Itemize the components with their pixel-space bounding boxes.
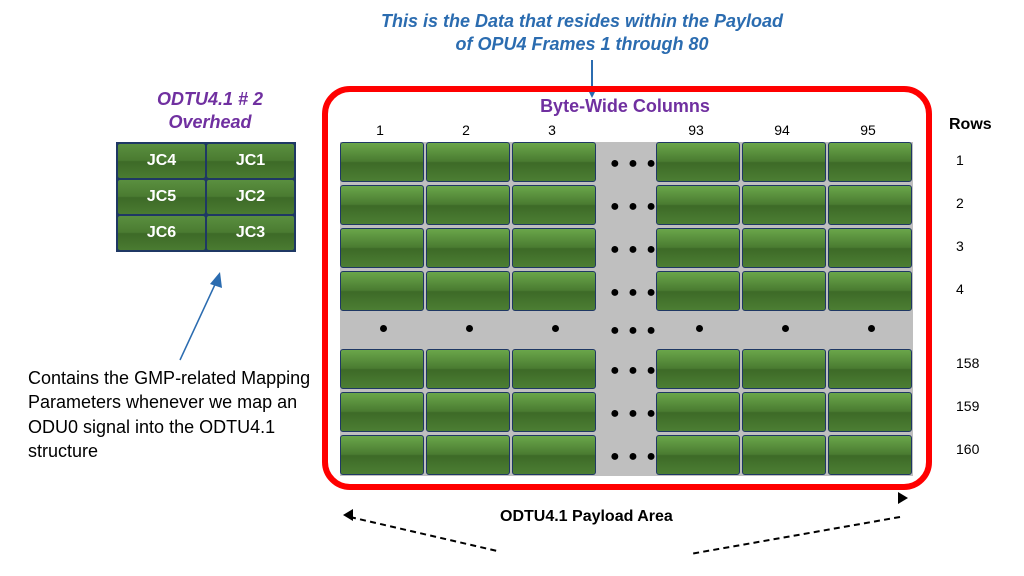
jc-cell: JC5 [117,179,206,215]
payload-cell [656,349,740,389]
payload-cell [742,185,826,225]
dot-icon [552,325,559,332]
payload-cell [512,185,596,225]
ellipsis-icon: ● ● ● [610,198,658,216]
col-label: 2 [426,122,506,138]
arrow-head-icon [343,509,353,521]
ellipsis-icon: ● ● ● [610,155,658,173]
payload-cell [656,228,740,268]
payload-cell [742,435,826,475]
payload-cell [426,142,510,182]
dot-icon [868,325,875,332]
arrow-head-icon [898,492,908,504]
payload-cell [512,271,596,311]
dot-icon [696,325,703,332]
payload-cell [340,185,424,225]
payload-cell [742,271,826,311]
overhead-table: JC4 JC1 JC5 JC2 JC6 JC3 [116,142,296,252]
payload-cell [656,435,740,475]
col-label: 3 [512,122,592,138]
payload-cell [828,435,912,475]
ellipsis-icon: ● ● ● [610,241,658,259]
row-label: 3 [956,238,986,254]
jc-cell: JC3 [206,215,295,251]
top-annotation: This is the Data that resides within the… [372,10,792,55]
ellipsis-icon: ● ● ● [610,322,658,340]
payload-cell [656,271,740,311]
payload-cell [340,392,424,432]
col-label: 94 [742,122,822,138]
payload-cell [828,349,912,389]
col-label: 1 [340,122,420,138]
jc-cell: JC2 [206,179,295,215]
payload-cell [340,142,424,182]
ellipsis-icon: ● ● ● [610,362,658,380]
overhead-title-l2: Overhead [130,111,290,134]
row-label: 160 [956,441,986,457]
ellipsis-icon: ● ● ● [610,284,658,302]
payload-cell [426,349,510,389]
row-label: 159 [956,398,986,414]
payload-cell [340,228,424,268]
payload-cell [656,142,740,182]
payload-cell [512,349,596,389]
payload-cell [340,349,424,389]
ellipsis-icon: ● ● ● [610,448,658,466]
payload-cell [512,142,596,182]
dashed-arrow-left [350,516,497,552]
payload-cell [828,392,912,432]
ellipsis-icon: ● ● ● [610,405,658,423]
jc-cell: JC6 [117,215,206,251]
payload-cell [426,185,510,225]
dot-icon [380,325,387,332]
payload-cell [512,392,596,432]
payload-cell [426,271,510,311]
payload-cell [742,142,826,182]
columns-title: Byte-Wide Columns [510,96,740,117]
dot-icon [782,325,789,332]
dashed-arrow-right [693,516,900,554]
payload-cell [742,349,826,389]
col-label: 93 [656,122,736,138]
payload-area-label: ODTU4.1 Payload Area [500,508,673,526]
payload-cell [512,435,596,475]
payload-cell [828,228,912,268]
payload-cell [656,392,740,432]
payload-cell [426,228,510,268]
payload-cell [512,228,596,268]
payload-cell [828,142,912,182]
overhead-title: ODTU4.1 # 2 Overhead [130,88,290,133]
overhead-title-l1: ODTU4.1 # 2 [130,88,290,111]
payload-cell [742,228,826,268]
jc-cell: JC1 [206,143,295,179]
dot-icon [466,325,473,332]
jc-cell: JC4 [117,143,206,179]
row-label: 1 [956,152,986,168]
rows-title: Rows [949,116,992,134]
col-label: 95 [828,122,908,138]
payload-cell [340,271,424,311]
payload-cell [828,185,912,225]
payload-cell [828,271,912,311]
arrow-up-icon [170,270,230,370]
row-label: 2 [956,195,986,211]
row-label: 4 [956,281,986,297]
payload-cell [656,185,740,225]
row-label: 158 [956,355,986,371]
payload-cell [426,392,510,432]
payload-cell [340,435,424,475]
overhead-note: Contains the GMP-related Mapping Paramet… [28,366,338,463]
payload-cell [426,435,510,475]
payload-cell [742,392,826,432]
